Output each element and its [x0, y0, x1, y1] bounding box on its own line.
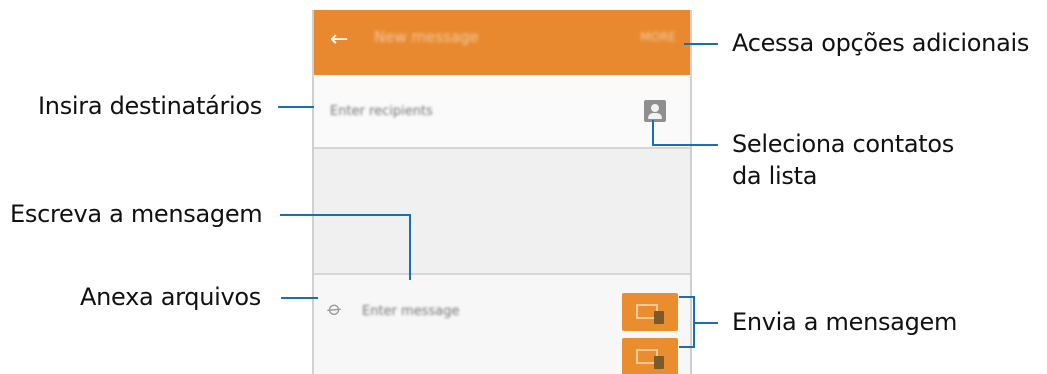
callout-select-contacts-line2: da lista	[732, 162, 818, 190]
callout-send-message: Envia a mensagem	[732, 308, 958, 336]
message-thread-area	[314, 149, 690, 273]
callout-select-contacts-line1: Seleciona contatos	[732, 130, 954, 158]
recipient-row	[314, 75, 690, 149]
compose-bar: ⌀	[314, 273, 690, 374]
sim-card-icon	[654, 311, 664, 324]
message-input[interactable]	[362, 301, 542, 321]
back-arrow-icon[interactable]: ←	[330, 28, 354, 52]
send-button-sim1[interactable]	[622, 293, 678, 331]
phone-screen: ← New message MORE ⌀	[312, 10, 692, 374]
paperclip-icon[interactable]: ⌀	[322, 295, 353, 326]
app-title: New message	[374, 28, 479, 46]
sim-card-icon	[654, 356, 664, 369]
contact-picker-icon[interactable]	[644, 100, 666, 122]
recipient-input[interactable]	[330, 101, 550, 121]
more-options-button[interactable]: MORE	[640, 30, 676, 44]
send-button-sim2[interactable]	[622, 338, 678, 374]
callout-compose-message: Escreva a mensagem	[10, 200, 263, 228]
callout-recipients: Insira destinatários	[38, 92, 263, 120]
callout-more-options: Acessa opções adicionais	[732, 29, 1030, 57]
app-bar: ← New message MORE	[314, 10, 690, 75]
callout-attach-files: Anexa arquivos	[80, 283, 261, 311]
